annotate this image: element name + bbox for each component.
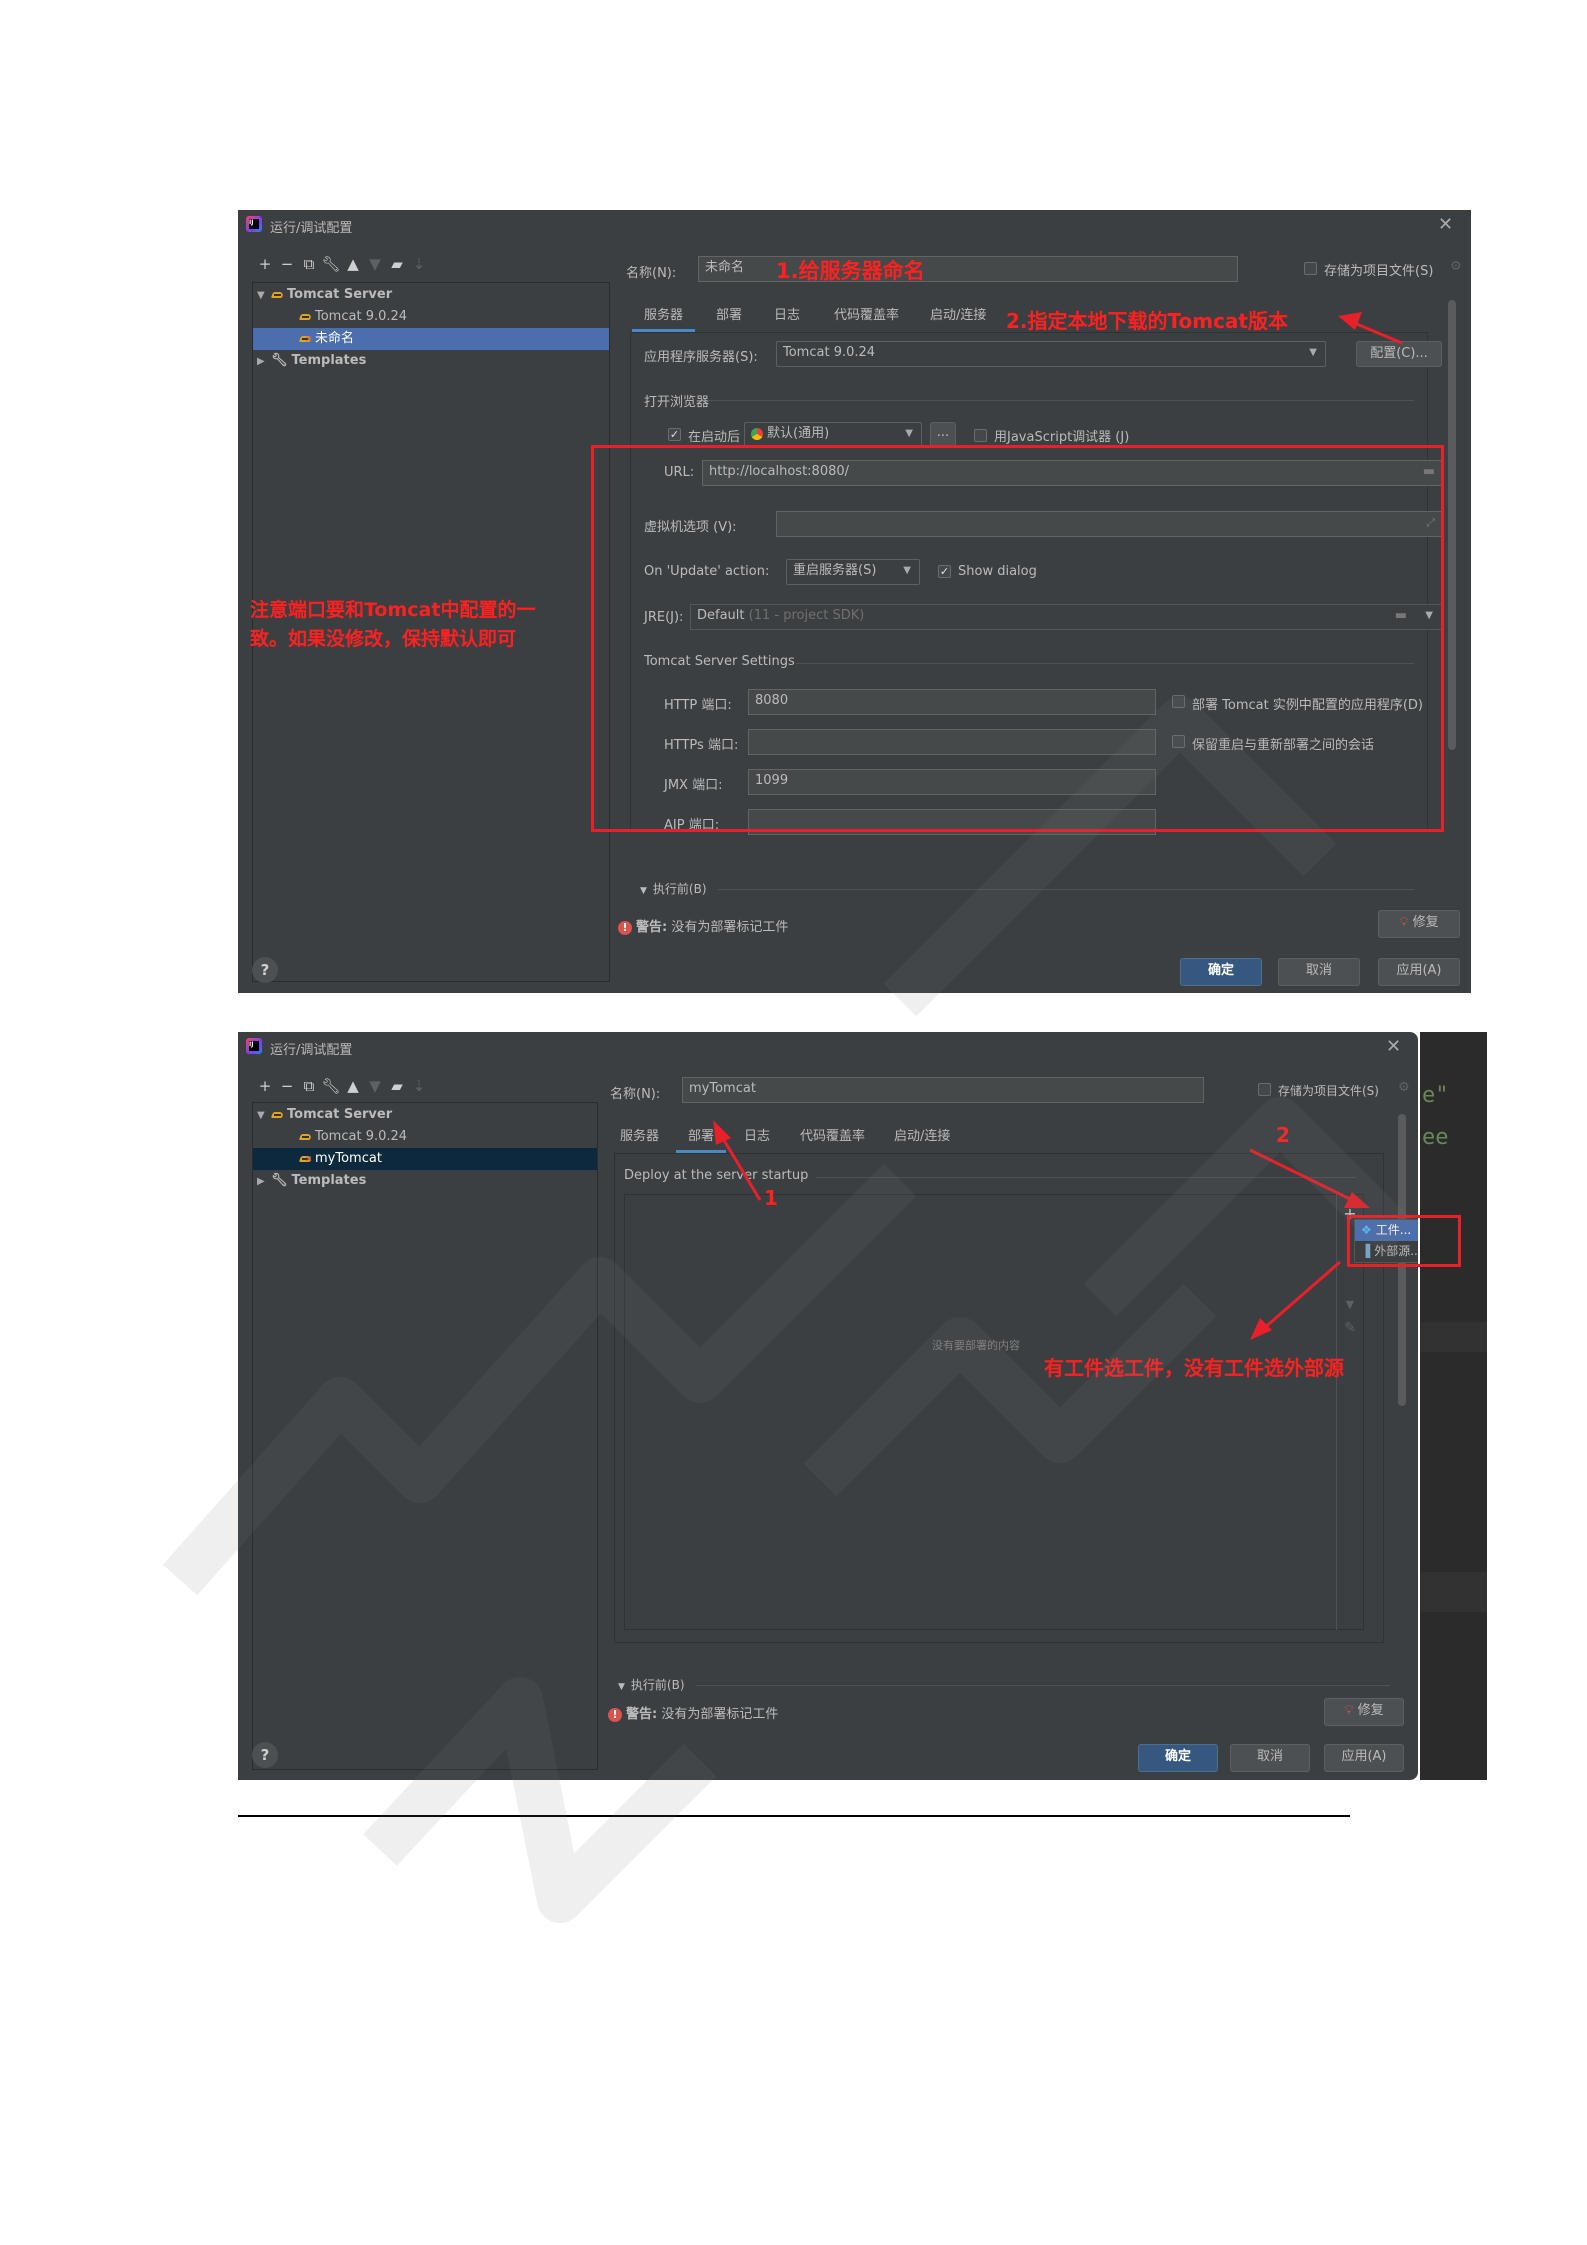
apply-button[interactable]: 应用(A) xyxy=(1324,1744,1404,1772)
annotation-step1: 1 xyxy=(764,1186,778,1210)
fix-button[interactable]: 💡︎ 修复 xyxy=(1324,1698,1404,1726)
arrow-head-artifact xyxy=(1250,1318,1272,1340)
annotation-port-note-line2: 致。如果没修改，保持默认即可 xyxy=(250,624,516,651)
lightbulb-error-icon: 💡︎ xyxy=(1344,1703,1353,1718)
cancel-button[interactable]: 取消 xyxy=(1230,1744,1310,1772)
ok-button[interactable]: 确定 xyxy=(1138,1744,1218,1772)
annotation-popup-box xyxy=(1347,1215,1461,1267)
help-button[interactable]: ? xyxy=(252,1742,278,1768)
annotation-arrows-2 xyxy=(0,1000,1587,1400)
annotation-ports-box xyxy=(591,445,1444,832)
warning-icon: ! xyxy=(608,1708,622,1722)
section-separator xyxy=(696,1685,1390,1686)
page-divider xyxy=(238,1815,1350,1817)
chevron-down-icon: ▼ xyxy=(618,1682,625,1692)
annotation-artifact-note: 有工件选工件，没有工件选外部源 xyxy=(1044,1352,1344,1381)
before-launch-toggle[interactable]: ▼执行前(B) xyxy=(618,1676,685,1693)
annotation-port-note-line1: 注意端口要和Tomcat中配置的一 xyxy=(250,595,535,622)
annotation-step2: 2 xyxy=(1276,1123,1290,1147)
warning-message: !警告: 没有为部署标记工件 xyxy=(608,1703,778,1722)
arrow-head-step2 xyxy=(1344,1192,1370,1208)
arrow-head-step1 xyxy=(713,1120,731,1145)
